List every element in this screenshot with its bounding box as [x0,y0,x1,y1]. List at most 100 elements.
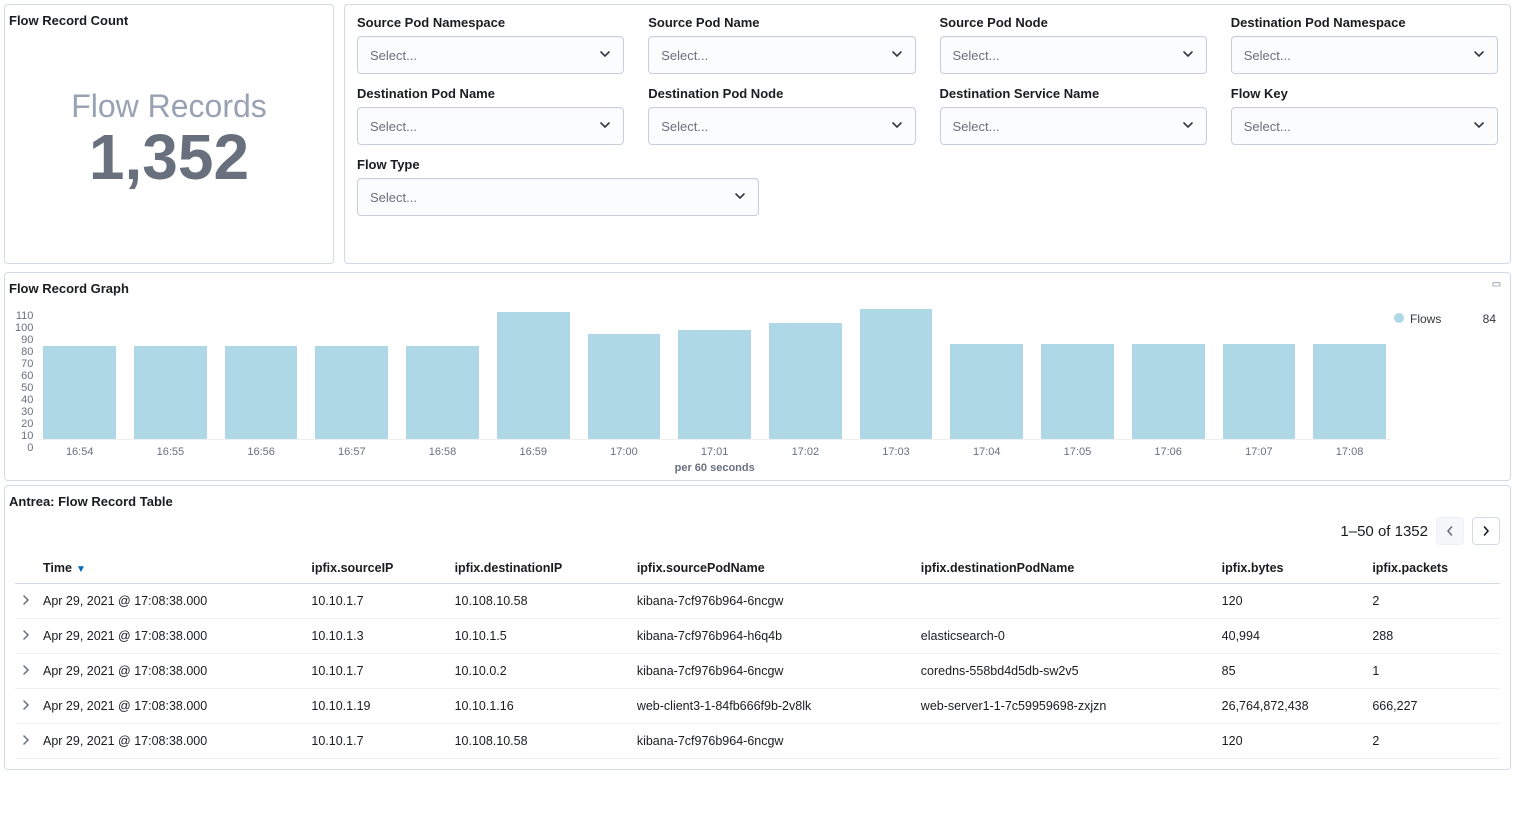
cell-dest-pod: coredns-558bd4d5db-sw2v5 [915,654,1216,689]
chart-x-title: per 60 seconds [39,462,1390,474]
legend-name[interactable]: Flows [1410,312,1441,326]
expand-row-icon[interactable] [15,584,37,619]
filter-select-2[interactable]: Select... [940,36,1207,74]
flow-record-table-panel: Antrea: Flow Record Table 1–50 of 1352 T… [4,485,1511,770]
cell-time: Apr 29, 2021 @ 17:08:38.000 [37,619,305,654]
filter-label: Source Pod Node [940,15,1207,30]
chart-bars[interactable] [39,306,1390,440]
chart-bar[interactable] [860,309,933,439]
expand-row-icon[interactable] [15,689,37,724]
cell-dest-pod [915,584,1216,619]
chart-bar[interactable] [225,346,298,439]
panel-title: Antrea: Flow Record Table [5,486,1510,509]
chart-bar[interactable] [315,346,388,439]
filter-select-flow-type[interactable]: Select... [357,178,759,216]
chart-bar[interactable] [950,344,1023,439]
cell-dest-ip: 10.10.1.5 [449,619,631,654]
table-header[interactable]: ipfix.sourcePodName [631,553,915,584]
prev-page-button[interactable] [1436,517,1464,545]
chart-bar[interactable] [1132,344,1205,439]
chart-bar[interactable] [406,346,479,439]
count-value: 1,352 [89,125,249,189]
expand-row-icon[interactable] [15,619,37,654]
cell-packets: 2 [1366,584,1500,619]
cell-source-ip: 10.10.1.7 [305,584,448,619]
chart-legend: Flows 84 [1390,306,1500,474]
filter-select-5[interactable]: Select... [648,107,915,145]
table-header[interactable]: Time▼ [37,553,305,584]
filters-panel: Source Pod NamespaceSelect...Source Pod … [344,4,1511,264]
table-row[interactable]: Apr 29, 2021 @ 17:08:38.00010.10.1.310.1… [15,619,1500,654]
panel-menu-icon[interactable]: ▭ [1488,277,1506,291]
table-row[interactable]: Apr 29, 2021 @ 17:08:38.00010.10.1.1910.… [15,689,1500,724]
filter-select-4[interactable]: Select... [357,107,624,145]
panel-title: Flow Record Graph [5,273,1510,296]
chevron-down-icon [1182,119,1194,134]
filter-select-6[interactable]: Select... [940,107,1207,145]
cell-packets: 666,227 [1366,689,1500,724]
cell-packets: 1 [1366,654,1500,689]
chevron-down-icon [734,190,746,205]
select-placeholder: Select... [953,48,1000,63]
cell-bytes: 120 [1216,584,1367,619]
chart-bar[interactable] [1041,344,1114,439]
sort-desc-icon: ▼ [76,564,86,575]
chevron-down-icon [1473,48,1485,63]
filter-label: Destination Pod Name [357,86,624,101]
flow-record-graph-panel: Flow Record Graph ▭ 11010090807060504030… [4,272,1511,481]
cell-source-ip: 10.10.1.3 [305,619,448,654]
select-placeholder: Select... [1244,48,1291,63]
chart-bar[interactable] [678,330,751,439]
cell-dest-ip: 10.10.0.2 [449,654,631,689]
cell-source-pod: kibana-7cf976b964-6ncgw [631,584,915,619]
cell-source-pod: kibana-7cf976b964-6ncgw [631,724,915,759]
cell-source-ip: 10.10.1.19 [305,689,448,724]
filter-select-0[interactable]: Select... [357,36,624,74]
table-row[interactable]: Apr 29, 2021 @ 17:08:38.00010.10.1.710.1… [15,654,1500,689]
filter-label: Destination Pod Namespace [1231,15,1498,30]
chart-bar[interactable] [1223,344,1296,439]
panel-title: Flow Record Count [5,5,333,28]
cell-bytes: 120 [1216,724,1367,759]
chevron-down-icon [599,119,611,134]
select-placeholder: Select... [370,48,417,63]
legend-swatch-icon [1394,313,1404,323]
table-row[interactable]: Apr 29, 2021 @ 17:08:38.00010.10.1.710.1… [15,584,1500,619]
legend-value: 84 [1483,312,1496,326]
filter-label: Source Pod Name [648,15,915,30]
table-header[interactable]: ipfix.destinationIP [449,553,631,584]
cell-bytes: 85 [1216,654,1367,689]
cell-source-pod: web-client3-1-84fb666f9b-2v8lk [631,689,915,724]
next-page-button[interactable] [1472,517,1500,545]
chart-bar[interactable] [588,334,661,439]
expand-row-icon[interactable] [15,654,37,689]
chart-bar[interactable] [497,312,570,439]
flow-record-count-panel: Flow Record Count Flow Records 1,352 [4,4,334,264]
cell-bytes: 26,764,872,438 [1216,689,1367,724]
chart-bar[interactable] [1313,344,1386,439]
chart-bar[interactable] [43,346,116,439]
filter-label: Flow Type [357,157,916,172]
table-header[interactable]: ipfix.packets [1366,553,1500,584]
expand-row-icon[interactable] [15,724,37,759]
chart-bar[interactable] [134,346,207,439]
table-header[interactable]: ipfix.destinationPodName [915,553,1216,584]
filter-label: Flow Key [1231,86,1498,101]
filter-select-3[interactable]: Select... [1231,36,1498,74]
chart-bar[interactable] [769,323,842,439]
cell-dest-pod [915,724,1216,759]
table-header[interactable]: ipfix.bytes [1216,553,1367,584]
filter-select-7[interactable]: Select... [1231,107,1498,145]
cell-time: Apr 29, 2021 @ 17:08:38.000 [37,689,305,724]
chevron-down-icon [891,48,903,63]
cell-time: Apr 29, 2021 @ 17:08:38.000 [37,584,305,619]
cell-source-ip: 10.10.1.7 [305,724,448,759]
chevron-down-icon [1473,119,1485,134]
cell-packets: 288 [1366,619,1500,654]
table-row[interactable]: Apr 29, 2021 @ 17:08:38.00010.10.1.710.1… [15,724,1500,759]
cell-source-pod: kibana-7cf976b964-6ncgw [631,654,915,689]
table-header[interactable]: ipfix.sourceIP [305,553,448,584]
cell-dest-ip: 10.10.1.16 [449,689,631,724]
chevron-down-icon [599,48,611,63]
filter-select-1[interactable]: Select... [648,36,915,74]
